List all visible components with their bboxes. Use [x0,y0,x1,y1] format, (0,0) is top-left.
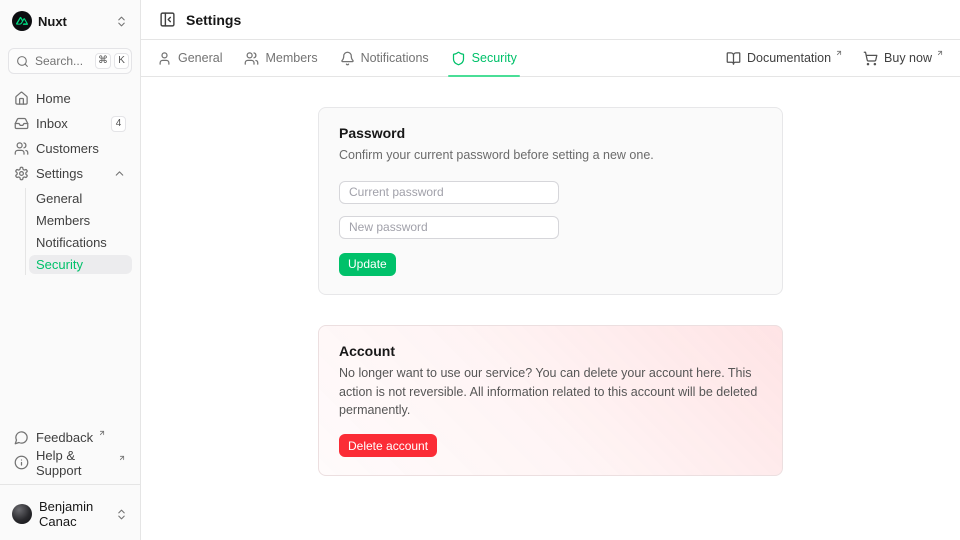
page-header: Settings [141,0,960,40]
password-card: Password Confirm your current password b… [318,107,783,295]
update-password-button[interactable]: Update [339,253,396,276]
kbd-k: K [114,53,129,69]
tab-label: Notifications [361,51,429,65]
inbox-count-badge: 4 [111,116,126,132]
sidebar-item-settings[interactable]: Settings [8,163,132,184]
search-input[interactable]: Search... ⌘ K [8,48,132,74]
external-link-icon [936,49,944,57]
buy-now-link[interactable]: Buy now [863,51,944,66]
users-icon [244,51,259,66]
main-panel: Settings General Members Notifications [141,0,960,540]
link-label: Documentation [747,51,831,65]
bell-icon [340,51,355,66]
sidebar-item-label: Feedback [36,430,93,445]
home-icon [14,91,29,106]
nuxt-logo-icon [12,11,32,31]
account-card-title: Account [339,343,762,359]
shopping-cart-icon [863,51,878,66]
inbox-icon [14,116,29,131]
user-avatar [12,504,32,524]
sidebar-divider [0,484,140,485]
sidebar-footer: Feedback Help & Support Benjamin Canac [8,427,132,532]
settings-subnav: General Members Notifications Security [25,188,132,275]
users-icon [14,141,29,156]
page-title: Settings [186,12,241,28]
account-card-description: No longer want to use our service? You c… [339,364,762,420]
user-icon [157,51,172,66]
sidebar-item-label: Members [36,213,90,228]
settings-security-content: Password Confirm your current password b… [141,77,960,540]
workspace-selector[interactable]: Nuxt [8,8,132,34]
book-open-icon [726,51,741,66]
new-password-input[interactable] [339,216,559,239]
tab-label: General [178,51,222,65]
user-name: Benjamin Canac [39,499,101,529]
collapse-sidebar-icon[interactable] [159,11,176,28]
search-icon [16,55,29,68]
current-password-input[interactable] [339,181,559,204]
workspace-name: Nuxt [38,14,67,29]
sidebar-item-security[interactable]: Security [29,255,132,274]
shield-icon [451,51,466,66]
tab-general[interactable]: General [157,40,222,76]
sidebar-item-help-support[interactable]: Help & Support [8,452,132,473]
delete-account-button[interactable]: Delete account [339,434,437,457]
header-links: Documentation Buy now [726,40,944,76]
sidebar-item-label: Customers [36,141,99,156]
sidebar: Nuxt Search... ⌘ K Home [0,0,141,540]
sidebar-item-notifications[interactable]: Notifications [29,233,132,252]
sidebar-nav: Home Inbox 4 Customers Sett [8,88,132,275]
sidebar-item-label: Settings [36,166,83,181]
chevron-up-icon [113,167,126,180]
external-link-icon [98,429,106,437]
sidebar-item-label: Security [36,257,83,272]
search-placeholder: Search... [35,54,83,68]
settings-tabbar: General Members Notifications Security [141,40,960,77]
sidebar-item-label: General [36,191,82,206]
chevrons-up-down-icon [115,508,128,521]
sidebar-item-customers[interactable]: Customers [8,138,132,159]
documentation-link[interactable]: Documentation [726,51,843,66]
message-bubble-icon [14,430,29,445]
kbd-meta: ⌘ [95,53,111,69]
user-menu[interactable]: Benjamin Canac [8,496,132,532]
password-card-description: Confirm your current password before set… [339,146,762,165]
sidebar-item-label: Inbox [36,116,68,131]
tab-label: Members [265,51,317,65]
sidebar-item-label: Help & Support [36,448,113,478]
link-label: Buy now [884,51,932,65]
sidebar-item-inbox[interactable]: Inbox 4 [8,113,132,134]
sidebar-item-feedback[interactable]: Feedback [8,427,132,448]
tab-members[interactable]: Members [244,40,317,76]
sidebar-item-home[interactable]: Home [8,88,132,109]
chevrons-up-down-icon [115,15,128,28]
gear-icon [14,166,29,181]
app-root: Nuxt Search... ⌘ K Home [0,0,960,540]
search-shortcut: ⌘ K [95,53,129,69]
tab-label: Security [472,51,517,65]
tab-security[interactable]: Security [451,40,517,76]
external-link-icon [835,49,843,57]
password-card-title: Password [339,125,762,141]
info-circle-icon [14,455,29,470]
account-card: Account No longer want to use our servic… [318,325,783,476]
sidebar-item-label: Home [36,91,71,106]
external-link-icon [118,454,126,462]
sidebar-item-general[interactable]: General [29,189,132,208]
tab-notifications[interactable]: Notifications [340,40,429,76]
sidebar-item-members[interactable]: Members [29,211,132,230]
sidebar-item-label: Notifications [36,235,107,250]
